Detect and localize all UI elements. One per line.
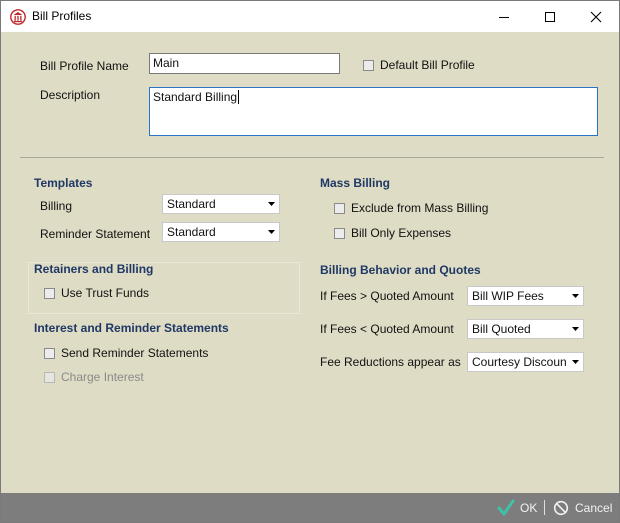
chevron-down-icon xyxy=(263,195,279,213)
bill-only-expenses-checkbox[interactable]: Bill Only Expenses xyxy=(334,226,451,240)
footer-separator xyxy=(544,500,545,515)
bill-only-expenses-label: Bill Only Expenses xyxy=(351,226,452,240)
interest-heading: Interest and Reminder Statements xyxy=(34,321,229,335)
maximize-icon xyxy=(545,11,555,22)
chevron-down-icon xyxy=(567,320,583,338)
templates-heading: Templates xyxy=(34,176,93,190)
maximize-button[interactable] xyxy=(527,1,573,32)
dialog-footer: OK Cancel xyxy=(1,493,619,522)
title-bar[interactable]: Bill Profiles xyxy=(1,1,619,32)
checkbox-box xyxy=(44,347,55,359)
cancel-icon xyxy=(553,500,569,515)
fee-reductions-select[interactable]: Courtesy Discount xyxy=(467,352,584,372)
fees-less-value: Bill Quoted xyxy=(472,322,531,336)
fee-reductions-label: Fee Reductions appear as xyxy=(320,355,461,369)
chevron-down-icon xyxy=(263,223,279,241)
charge-interest-checkbox[interactable]: Charge Interest xyxy=(44,370,144,384)
billing-template-label: Billing xyxy=(40,199,73,213)
reminder-template-value: Standard xyxy=(167,225,216,239)
ok-button[interactable]: OK xyxy=(497,493,537,522)
checkbox-box xyxy=(334,227,345,239)
use-trust-funds-checkbox[interactable]: Use Trust Funds xyxy=(44,286,149,300)
billing-template-select[interactable]: Standard xyxy=(162,194,280,214)
cancel-button[interactable]: Cancel xyxy=(553,493,612,522)
window-title: Bill Profiles xyxy=(32,9,92,23)
dialog-body: Bill Profile Name Main Default Bill Prof… xyxy=(1,32,619,493)
checkbox-box xyxy=(363,59,374,71)
reminder-template-label: Reminder Statement xyxy=(40,227,151,241)
default-profile-label: Default Bill Profile xyxy=(380,58,475,72)
checkbox-box xyxy=(44,371,55,383)
retainers-heading: Retainers and Billing xyxy=(34,262,154,276)
exclude-mass-billing-label: Exclude from Mass Billing xyxy=(351,201,489,215)
chevron-down-icon xyxy=(567,287,583,305)
fees-greater-value: Bill WIP Fees xyxy=(472,289,544,303)
default-profile-checkbox[interactable]: Default Bill Profile xyxy=(363,58,475,72)
close-icon xyxy=(590,11,602,22)
charge-interest-label: Charge Interest xyxy=(61,370,144,384)
checkmark-icon xyxy=(497,499,515,515)
description-input[interactable]: Standard Billing xyxy=(149,87,598,136)
fees-less-label: If Fees < Quoted Amount xyxy=(320,322,454,336)
fees-greater-select[interactable]: Bill WIP Fees xyxy=(467,286,584,306)
profile-name-input[interactable]: Main xyxy=(149,53,340,74)
description-label: Description xyxy=(40,88,101,102)
reminder-template-select[interactable]: Standard xyxy=(162,222,280,242)
close-button[interactable] xyxy=(573,1,619,32)
fees-less-select[interactable]: Bill Quoted xyxy=(467,319,584,339)
form-divider xyxy=(20,157,604,158)
mass-billing-heading: Mass Billing xyxy=(320,176,391,190)
text-cursor xyxy=(238,90,240,104)
fees-greater-label: If Fees > Quoted Amount xyxy=(320,289,454,303)
checkbox-box xyxy=(44,287,55,299)
billing-template-value: Standard xyxy=(167,197,216,211)
cancel-label: Cancel xyxy=(575,500,613,515)
description-text: Standard Billing xyxy=(153,90,238,104)
chevron-down-icon xyxy=(567,353,583,371)
fee-reductions-value: Courtesy Discount xyxy=(472,355,567,369)
exclude-mass-billing-checkbox[interactable]: Exclude from Mass Billing xyxy=(334,201,488,215)
send-reminder-label: Send Reminder Statements xyxy=(61,346,209,360)
bill-profiles-window: Bill Profiles Bill Profile Name Main Def… xyxy=(0,0,620,523)
ok-label: OK xyxy=(520,500,538,515)
minimize-icon xyxy=(499,16,509,18)
use-trust-funds-label: Use Trust Funds xyxy=(61,286,150,300)
profile-name-label: Bill Profile Name xyxy=(40,59,129,73)
checkbox-box xyxy=(334,202,345,214)
billing-behavior-heading: Billing Behavior and Quotes xyxy=(320,263,481,277)
courthouse-icon xyxy=(10,9,26,25)
send-reminder-checkbox[interactable]: Send Reminder Statements xyxy=(44,346,208,360)
minimize-button[interactable] xyxy=(481,1,527,32)
